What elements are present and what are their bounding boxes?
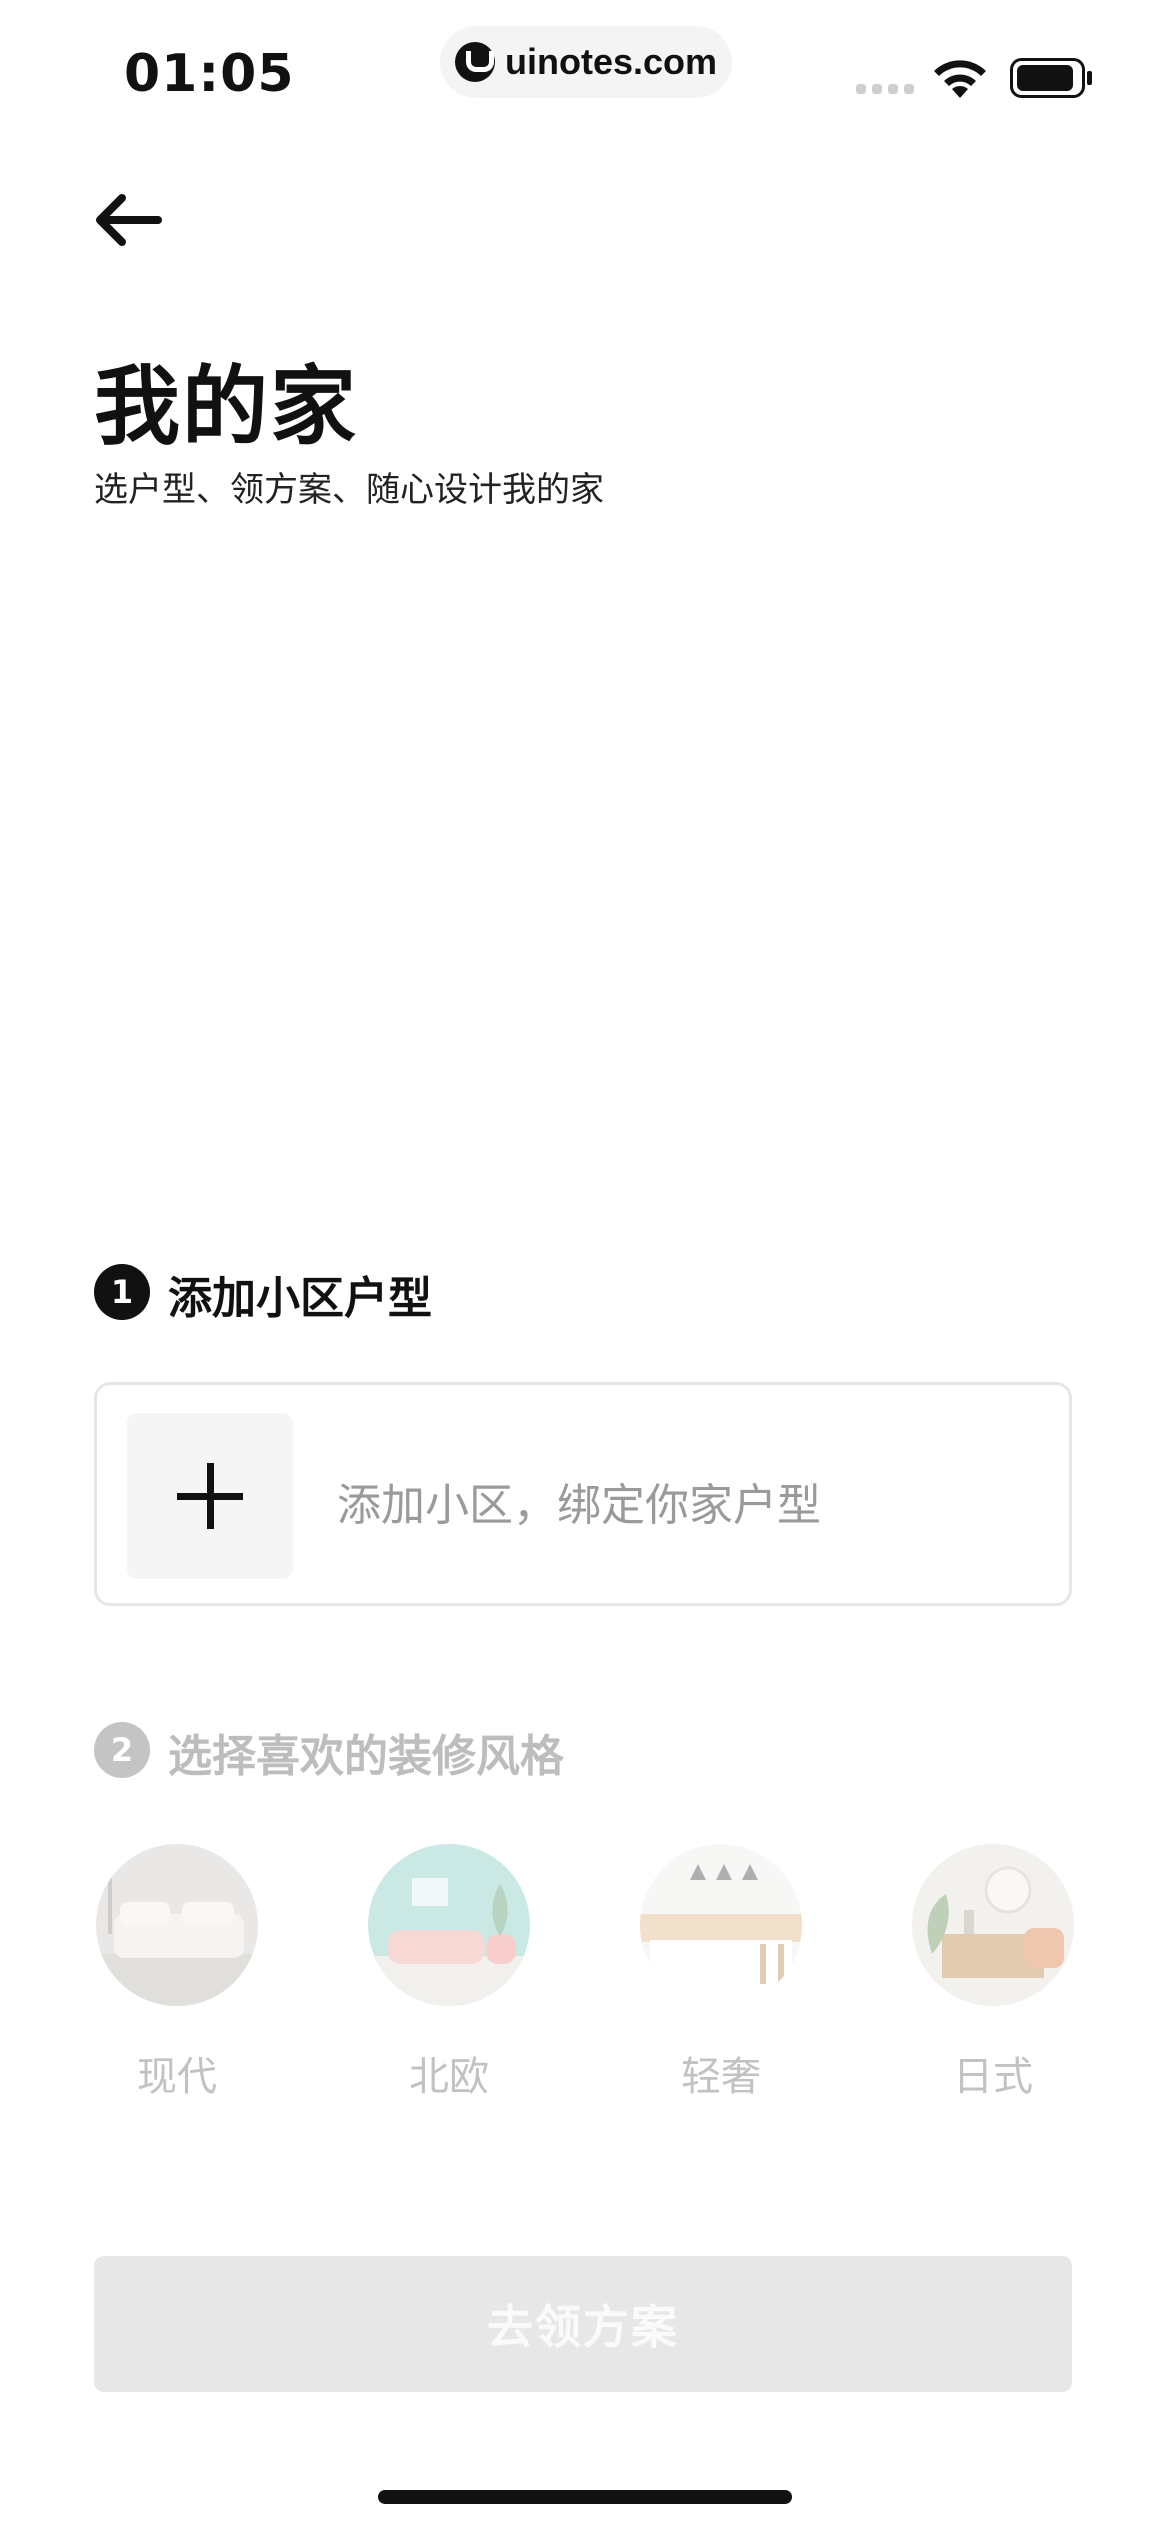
step-1-label: 添加小区户型 [168, 1273, 432, 1324]
plus-icon[interactable] [127, 1413, 293, 1579]
cellular-signal-icon [856, 84, 916, 94]
style-option-nordic[interactable]: 北欧 [364, 1844, 534, 2102]
page-title: 我的家 [94, 357, 358, 457]
add-community-text: 添加小区，绑定你家户型 [337, 1480, 821, 1531]
japanese-room-thumbnail-icon [912, 1844, 1074, 2006]
style-label: 轻奢 [681, 2054, 761, 2100]
get-plan-button-label: 去领方案 [487, 2300, 679, 2354]
style-label: 北欧 [409, 2054, 489, 2100]
style-option-japanese[interactable]: 日式 [908, 1844, 1078, 2102]
style-option-light-luxury[interactable]: 轻奢 [636, 1844, 806, 2102]
url-text: uinotes.com [504, 41, 718, 82]
light-luxury-room-thumbnail-icon [640, 1844, 802, 2006]
site-logo-icon [454, 42, 495, 82]
url-pill[interactable]: uinotes.com [440, 26, 732, 98]
step-2-badge: 2 [94, 1722, 150, 1778]
battery-icon [1010, 58, 1092, 98]
style-label: 现代 [137, 2054, 217, 2100]
wifi-icon [934, 60, 986, 98]
status-time: 01:05 [124, 44, 295, 104]
get-plan-button[interactable]: 去领方案 [94, 2256, 1072, 2392]
add-community-card[interactable]: 添加小区，绑定你家户型 [94, 1382, 1072, 1606]
step-1-badge: 1 [94, 1264, 150, 1320]
modern-room-thumbnail-icon [96, 1844, 258, 2006]
back-arrow-icon[interactable] [92, 190, 164, 250]
home-indicator[interactable] [378, 2490, 792, 2504]
step-2-label: 选择喜欢的装修风格 [168, 1731, 564, 1782]
page-subtitle: 选户型、领方案、随心设计我的家 [94, 470, 604, 510]
nordic-room-thumbnail-icon [368, 1844, 530, 2006]
style-label: 日式 [953, 2054, 1033, 2100]
style-option-modern[interactable]: 现代 [92, 1844, 262, 2102]
